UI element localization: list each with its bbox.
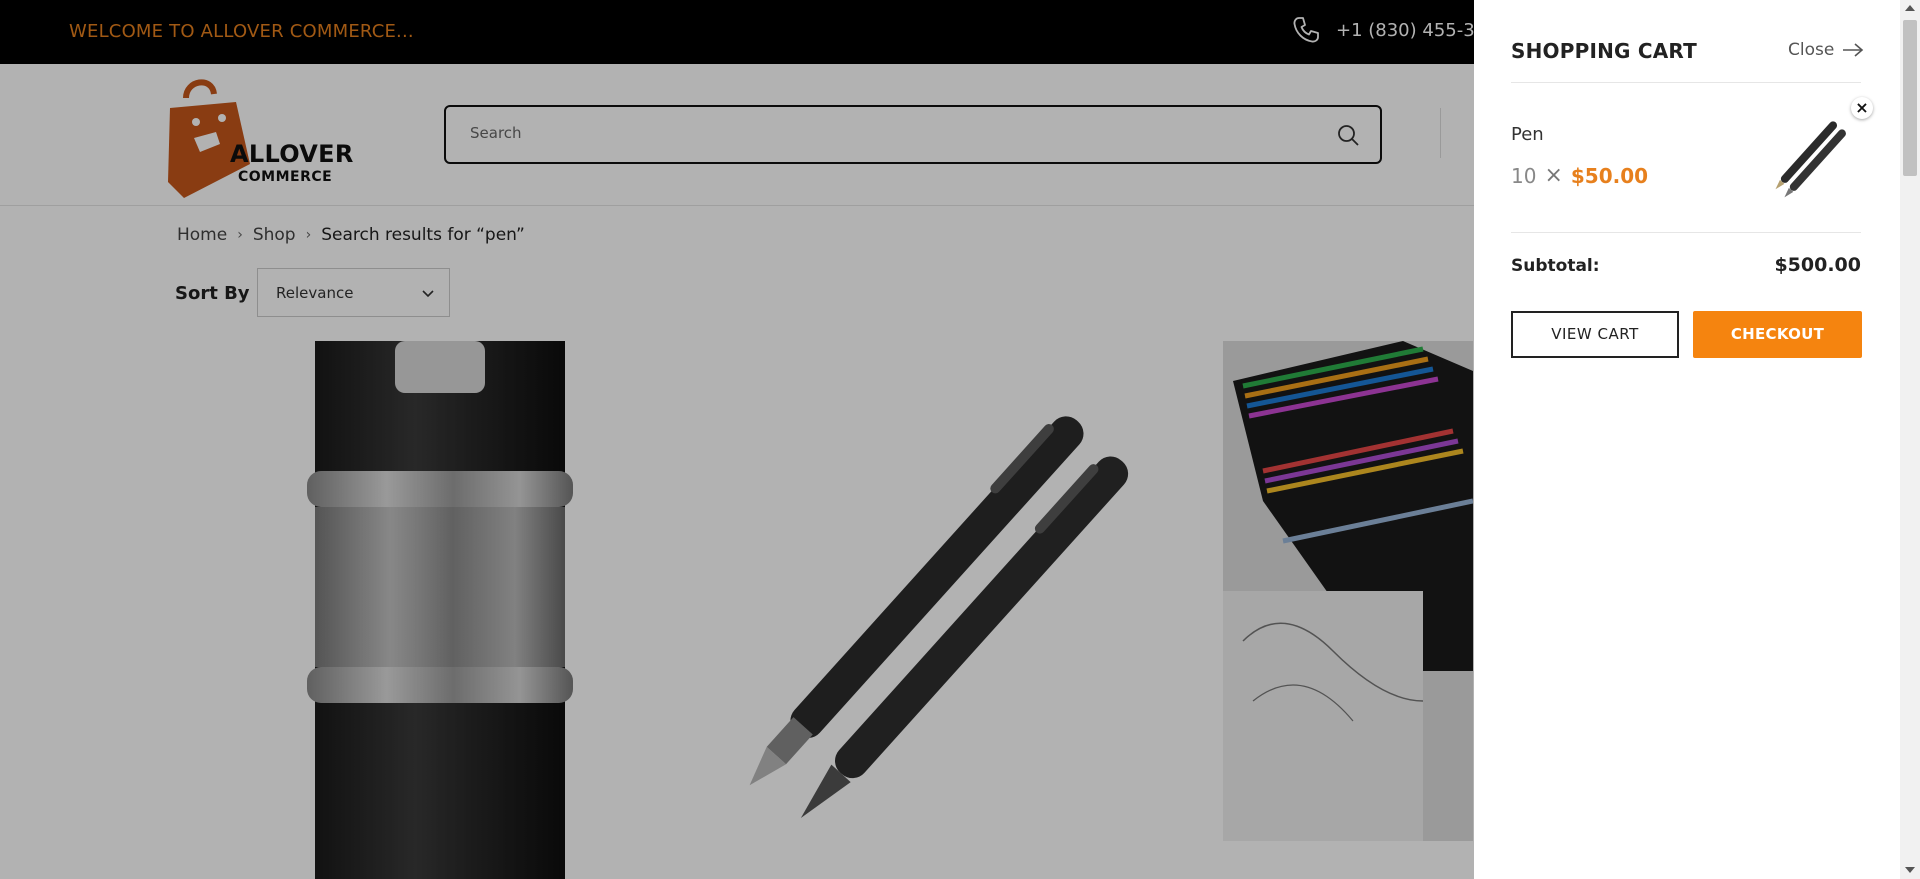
multiply-icon: ×	[1544, 163, 1563, 188]
divider	[1511, 82, 1861, 83]
cart-title: SHOPPING CART	[1511, 39, 1697, 63]
subtotal-value: $500.00	[1774, 254, 1861, 276]
remove-item-button[interactable]: ×	[1851, 97, 1873, 119]
subtotal-label: Subtotal:	[1511, 256, 1600, 276]
scroll-up-arrow-icon[interactable]	[1905, 5, 1915, 11]
arrow-right-icon	[1843, 43, 1864, 57]
scroll-down-arrow-icon[interactable]	[1905, 867, 1915, 873]
cart-item-quantity-price: 10 × $50.00	[1511, 163, 1648, 188]
checkout-button[interactable]: CHECKOUT	[1693, 311, 1862, 358]
page-scrollbar[interactable]	[1900, 0, 1920, 879]
cart-close-label: Close	[1788, 40, 1835, 60]
cart-close-button[interactable]: Close	[1788, 40, 1864, 60]
divider	[1511, 232, 1861, 233]
cart-item-qty: 10	[1511, 163, 1537, 188]
cart-item-name[interactable]: Pen	[1511, 124, 1544, 145]
shopping-cart-panel: SHOPPING CART Close Pen 10 × $50.00 × Su…	[1474, 0, 1900, 879]
view-cart-button[interactable]: VIEW CART	[1511, 311, 1679, 358]
page-overlay[interactable]	[0, 0, 1474, 879]
cart-item-price: $50.00	[1570, 163, 1649, 188]
scrollbar-thumb[interactable]	[1903, 20, 1917, 176]
cart-item-thumbnail[interactable]	[1764, 104, 1864, 204]
